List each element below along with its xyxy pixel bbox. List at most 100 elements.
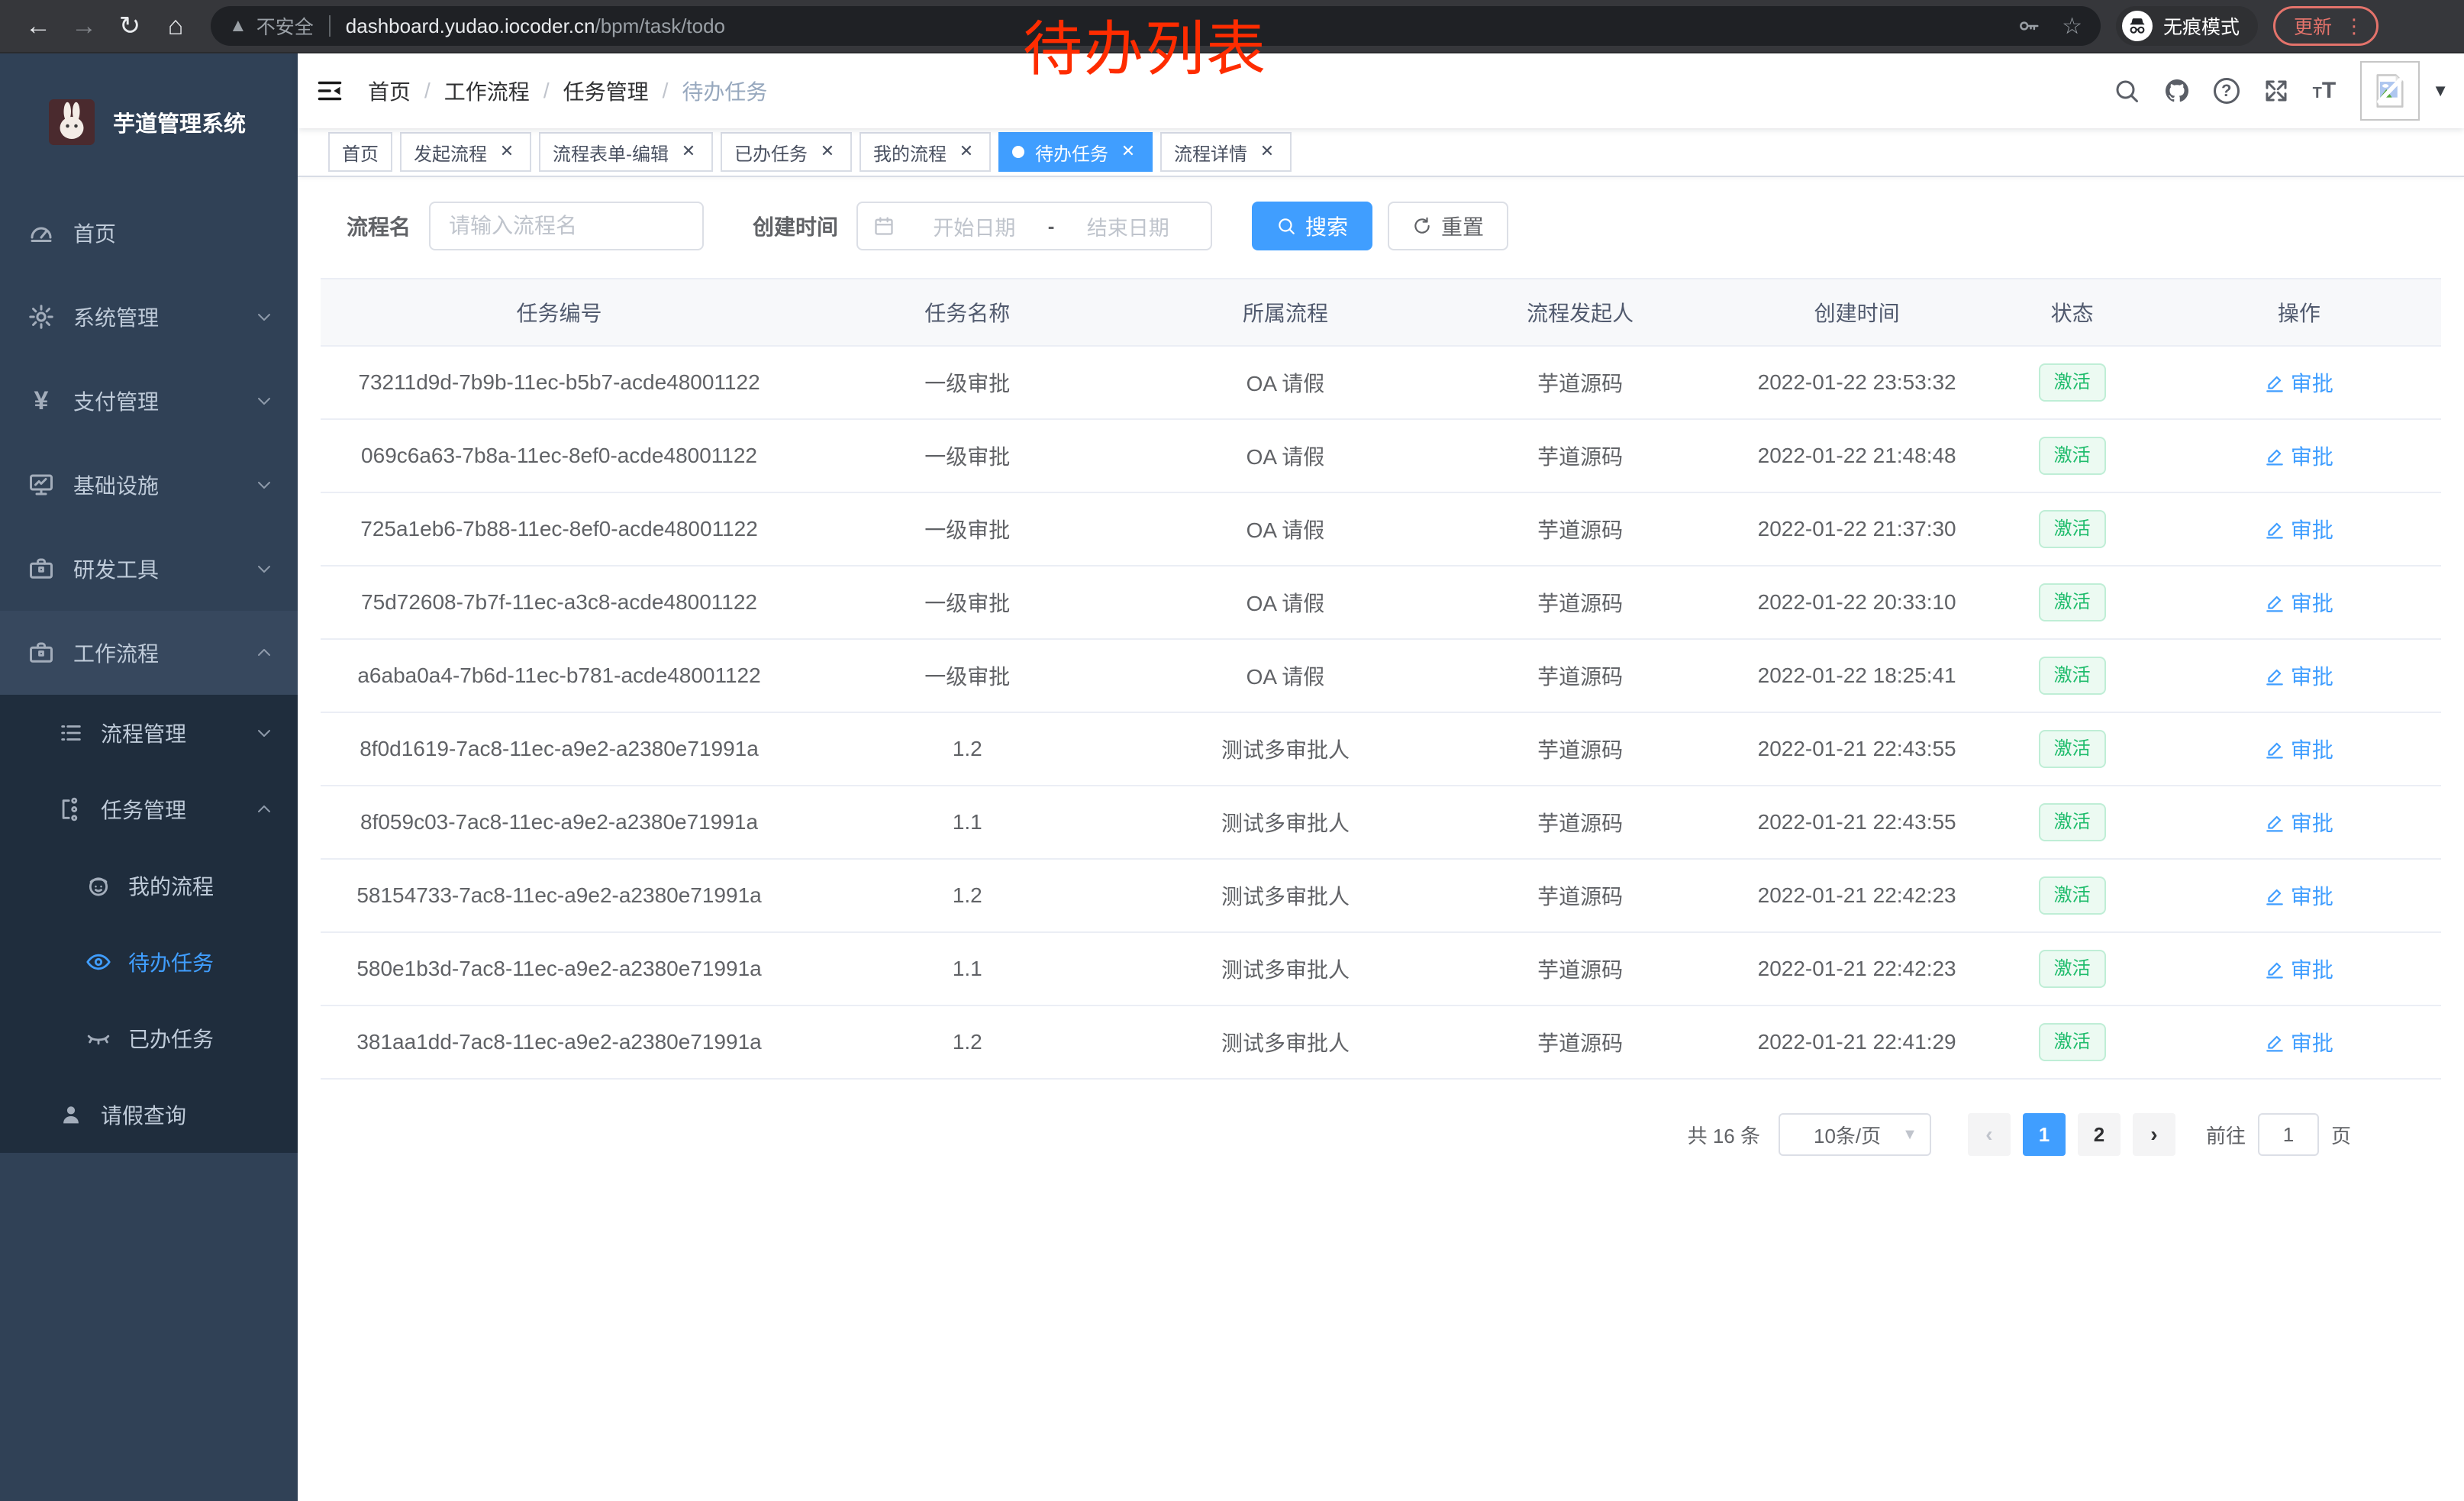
sidebar-item-devtools[interactable]: 研发工具	[0, 527, 298, 611]
browser-forward-icon[interactable]: →	[61, 11, 107, 41]
col-header-time: 创建时间	[1727, 297, 1988, 328]
font-size-icon[interactable]: TT	[2313, 78, 2337, 104]
github-icon[interactable]	[2163, 77, 2191, 105]
search-button[interactable]: 搜索	[1252, 202, 1372, 250]
edit-icon	[2265, 446, 2285, 466]
close-icon[interactable]: ✕	[956, 141, 977, 163]
page-size-select[interactable]: 10条/页 ▼	[1779, 1113, 1931, 1156]
close-icon[interactable]: ✕	[817, 141, 838, 163]
sidebar-item-payment[interactable]: ¥ 支付管理	[0, 359, 298, 443]
table-row: 580e1b3d-7ac8-11ec-a9e2-a2380e71991a 1.1…	[321, 933, 2441, 1006]
close-icon[interactable]: ✕	[1118, 141, 1139, 163]
avatar-caret-icon[interactable]: ▼	[2432, 81, 2449, 101]
sidebar-item-task-mgmt[interactable]: 任务管理	[0, 771, 298, 847]
task-id-cell: 8f0d1619-7ac8-11ec-a9e2-a2380e71991a	[321, 737, 798, 761]
audit-link[interactable]: 审批	[2265, 660, 2333, 691]
audit-link[interactable]: 审批	[2265, 807, 2333, 838]
process-cell: OA 请假	[1137, 367, 1434, 398]
sidebar-item-label: 工作流程	[73, 638, 159, 668]
fullscreen-icon[interactable]	[2262, 77, 2290, 105]
audit-link[interactable]: 审批	[2265, 1027, 2333, 1057]
browser-back-icon[interactable]: ←	[15, 11, 61, 41]
chevron-down-icon	[255, 392, 273, 410]
tab-my-process[interactable]: 我的流程✕	[859, 132, 991, 172]
range-separator: -	[1042, 215, 1061, 238]
browser-home-icon[interactable]: ⌂	[153, 11, 198, 41]
page-button-1[interactable]: 1	[2023, 1113, 2066, 1156]
browser-reload-icon[interactable]: ↻	[107, 11, 153, 41]
sidebar-fold-icon[interactable]	[316, 77, 343, 105]
process-name-input[interactable]	[429, 202, 704, 250]
sidebar-item-process-mgmt[interactable]: 流程管理	[0, 695, 298, 771]
close-icon[interactable]: ✕	[1256, 141, 1278, 163]
browser-menu-icon[interactable]: ⋮	[2344, 15, 2364, 38]
tab-home[interactable]: 首页	[328, 132, 392, 172]
process-name-label: 流程名	[347, 211, 411, 241]
search-icon[interactable]	[2113, 77, 2140, 105]
tab-todo-tasks[interactable]: 待办任务✕	[998, 132, 1153, 172]
sidebar-item-system[interactable]: 系统管理	[0, 275, 298, 359]
starter-cell: 芋道源码	[1434, 880, 1726, 911]
address-bar[interactable]: ▲ 不安全 dashboard.yudao.iocoder.cn/bpm/tas…	[211, 6, 2101, 46]
audit-link[interactable]: 审批	[2265, 367, 2333, 398]
tab-done-tasks[interactable]: 已办任务✕	[721, 132, 852, 172]
reset-button[interactable]: 重置	[1388, 202, 1508, 250]
process-cell: OA 请假	[1137, 660, 1434, 691]
breadcrumb-workflow[interactable]: 工作流程	[444, 76, 530, 106]
starter-cell: 芋道源码	[1434, 367, 1726, 398]
time-cell: 2022-01-22 18:25:41	[1727, 663, 1988, 688]
app-logo[interactable]: 芋道管理系统	[0, 53, 298, 191]
tab-process-detail[interactable]: 流程详情✕	[1160, 132, 1292, 172]
list-icon	[58, 720, 84, 746]
date-range-input[interactable]: 开始日期 - 结束日期	[856, 202, 1212, 250]
person-icon	[58, 1102, 84, 1128]
sidebar-item-todo-tasks[interactable]: 待办任务	[0, 924, 298, 1000]
status-badge: 激活	[2039, 730, 2106, 768]
audit-link[interactable]: 审批	[2265, 880, 2333, 911]
audit-link[interactable]: 审批	[2265, 587, 2333, 618]
audit-label: 审批	[2291, 441, 2333, 471]
sidebar-item-my-process[interactable]: 我的流程	[0, 847, 298, 924]
breadcrumb-separator: /	[663, 79, 669, 103]
audit-link[interactable]: 审批	[2265, 514, 2333, 544]
goto-page-input[interactable]	[2258, 1113, 2319, 1156]
pagination: 共 16 条 10条/页 ▼ ‹ 1 2 › 前往 页	[298, 1080, 2464, 1156]
sidebar-item-home[interactable]: 首页	[0, 191, 298, 275]
audit-link[interactable]: 审批	[2265, 441, 2333, 471]
divider	[329, 15, 331, 37]
next-page-button[interactable]: ›	[2133, 1113, 2175, 1156]
sidebar-item-workflow[interactable]: 工作流程	[0, 611, 298, 695]
breadcrumb-home[interactable]: 首页	[368, 76, 411, 106]
starter-cell: 芋道源码	[1434, 807, 1726, 838]
key-icon[interactable]	[2017, 15, 2040, 37]
tab-start-process[interactable]: 发起流程✕	[400, 132, 531, 172]
page-button-2[interactable]: 2	[2078, 1113, 2121, 1156]
sidebar-item-leave-query[interactable]: 请假查询	[0, 1077, 298, 1153]
edit-icon	[2265, 373, 2285, 392]
avatar[interactable]	[2360, 61, 2420, 121]
time-cell: 2022-01-22 23:53:32	[1727, 370, 1988, 395]
audit-link[interactable]: 审批	[2265, 734, 2333, 764]
tab-process-form-edit[interactable]: 流程表单-编辑✕	[539, 132, 713, 172]
close-icon[interactable]: ✕	[678, 141, 699, 163]
prev-page-button[interactable]: ‹	[1968, 1113, 2011, 1156]
sidebar-item-done-tasks[interactable]: 已办任务	[0, 1000, 298, 1077]
breadcrumb-task-mgmt[interactable]: 任务管理	[563, 76, 649, 106]
help-icon[interactable]: ?	[2214, 78, 2240, 104]
browser-update-button[interactable]: 更新 ⋮	[2273, 6, 2379, 46]
chevron-down-icon	[255, 476, 273, 494]
edit-icon	[2265, 739, 2285, 759]
tree-icon	[58, 796, 84, 822]
edit-icon	[2265, 666, 2285, 686]
status-badge: 激活	[2039, 1023, 2106, 1061]
chevron-down-icon: ▼	[1902, 1126, 1917, 1144]
table-header-row: 任务编号 任务名称 所属流程 流程发起人 创建时间 状态 操作	[321, 279, 2441, 347]
page-unit-label: 页	[2331, 1121, 2351, 1149]
sidebar-item-infra[interactable]: 基础设施	[0, 443, 298, 527]
audit-link[interactable]: 审批	[2265, 954, 2333, 984]
edit-icon	[2265, 592, 2285, 612]
breadcrumb-separator: /	[543, 79, 550, 103]
close-icon[interactable]: ✕	[496, 141, 518, 163]
bookmark-star-icon[interactable]: ☆	[2062, 13, 2082, 40]
starter-cell: 芋道源码	[1434, 734, 1726, 764]
